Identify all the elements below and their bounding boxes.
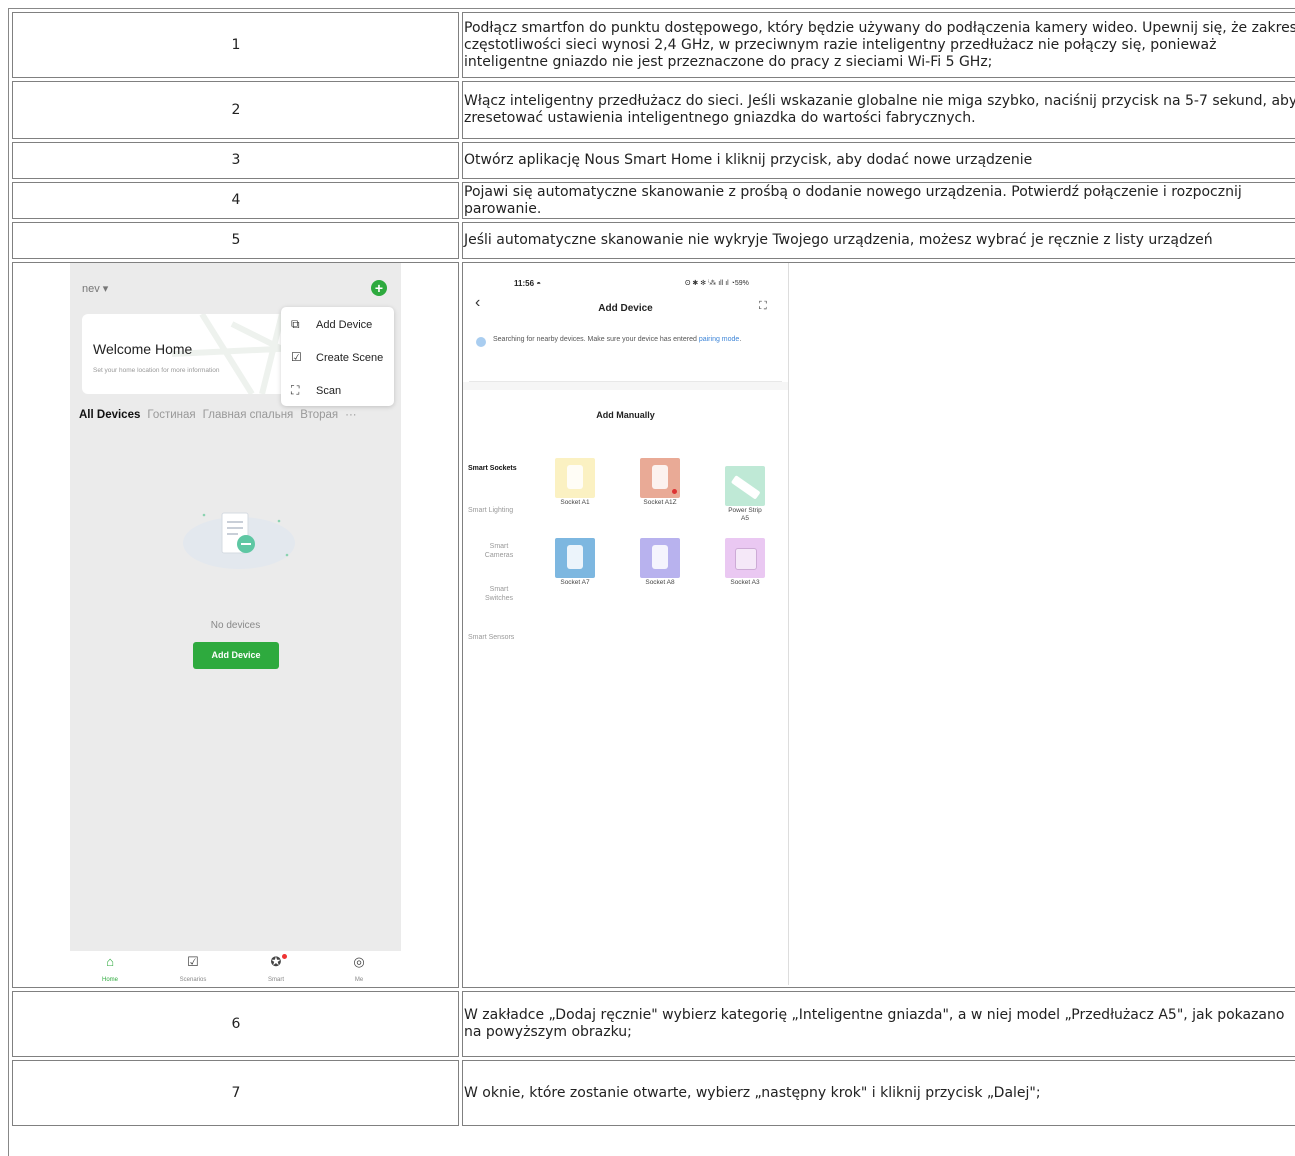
status-icons: ʘ ✱ ✻ ⁱ⁂ ıll ıl ◔59%: [685, 280, 749, 287]
section-gap: [463, 382, 788, 390]
tab-all-devices[interactable]: All Devices: [79, 409, 140, 421]
right-screenshot-cell: 11:56 ◓ ʘ ✱ ✻ ⁱ⁂ ıll ıl ◔59% ‹ Add Devic…: [462, 262, 1295, 988]
room-tabs: All Devices Гостиная Главная спальня Вторая…: [79, 407, 399, 424]
nav-me[interactable]: ◎ Me: [329, 955, 389, 987]
step-row-3: 3 Otwórz aplikację Nous Smart Home i kli…: [12, 142, 1295, 179]
menu-item-create-scene[interactable]: ☑ Create Scene: [291, 348, 383, 366]
nav-scenarios[interactable]: ☑ Scenarios: [163, 955, 223, 987]
step-text: Włącz inteligentny przedłużacz do sieci.…: [462, 81, 1295, 139]
add-device-icon: ⧉: [291, 317, 300, 331]
device-power-strip-a5[interactable]: Power Strip A5: [717, 458, 773, 523]
menu-item-label: Scan: [316, 385, 342, 397]
tab-room[interactable]: Вторая: [300, 409, 338, 421]
category-smart-sensors[interactable]: Smart Sensors: [468, 633, 530, 642]
menu-item-add-device[interactable]: ⧉ Add Device: [291, 315, 372, 333]
device-socket-a1z[interactable]: Socket A1Z: [632, 458, 688, 507]
device-label: Socket A7: [560, 579, 590, 586]
device-label: Socket A3: [730, 579, 760, 586]
screen-title: Add Device: [598, 303, 653, 314]
step-number: 4: [12, 182, 459, 219]
device-label: Socket A1: [560, 499, 590, 506]
menu-item-scan[interactable]: ⛶ Scan: [291, 381, 341, 399]
tab-room[interactable]: Гостиная: [147, 409, 195, 421]
step-text: W zakładce „Dodaj ręcznie" wybierz kateg…: [462, 991, 1295, 1057]
step-number: 1: [12, 12, 459, 78]
socket-icon: [555, 538, 595, 578]
pairing-mode-link[interactable]: pairing mode: [699, 336, 739, 343]
tab-room[interactable]: Главная спальня: [203, 409, 294, 421]
bottom-navigation: ⌂ Home ☑ Scenarios ✪ Smart ◎ Me: [70, 951, 401, 987]
nav-label: Me: [354, 977, 364, 983]
page-frame: 1 Podłącz smartfon do punktu dostępowego…: [8, 8, 1295, 1156]
step-number: 7: [12, 1060, 459, 1126]
smart-icon: ✪: [270, 954, 282, 969]
category-smart-switches[interactable]: Smart Switches: [468, 585, 530, 603]
nav-label: Scenarios: [179, 977, 207, 983]
menu-item-label: Create Scene: [316, 352, 384, 364]
step-row-6: 6 W zakładce „Dodaj ręcznie" wybierz kat…: [12, 991, 1295, 1057]
nav-label: Smart: [267, 977, 284, 983]
step-number: 3: [12, 142, 459, 179]
step-text: Pojawi się automatyczne skanowanie z pro…: [462, 182, 1295, 219]
device-socket-a3[interactable]: Socket A3: [717, 538, 773, 587]
device-socket-a8[interactable]: Socket A8: [632, 538, 688, 587]
nav-smart[interactable]: ✪ Smart: [246, 955, 306, 987]
scenarios-icon: ☑: [187, 954, 199, 969]
searching-message: Searching for nearby devices. Make sure …: [493, 336, 742, 343]
empty-devices-illustration: [183, 512, 295, 569]
socket-icon: [640, 458, 680, 498]
home-selector[interactable]: nev ▾: [82, 281, 108, 298]
add-manually-heading: Add Manually: [596, 410, 655, 420]
more-tabs-icon[interactable]: ···: [345, 409, 357, 421]
welcome-title: Welcome Home: [93, 341, 193, 357]
step-row-2: 2 Włącz inteligentny przedłużacz do siec…: [12, 81, 1295, 139]
home-screen: nev ▾ + Welcome Home Set your home locat…: [70, 263, 401, 951]
add-popup-menu: ⧉ Add Device ☑ Create Scene ⛶ Scan: [281, 307, 394, 406]
step-number: 5: [12, 222, 459, 259]
empty-state-text: No devices: [210, 620, 261, 631]
scan-icon[interactable]: ⛶: [759, 298, 767, 315]
step-text: W oknie, które zostanie otwarte, wybierz…: [462, 1060, 1295, 1126]
device-label: Power Strip A5: [728, 507, 762, 522]
add-device-button[interactable]: Add Device: [193, 642, 279, 669]
nav-home[interactable]: ⌂ Home: [80, 955, 140, 987]
step-row-4: 4 Pojawi się automatyczne skanowanie z p…: [12, 182, 1295, 219]
device-socket-a7[interactable]: Socket A7: [547, 538, 603, 587]
category-smart-cameras[interactable]: Smart Cameras: [468, 542, 530, 560]
device-label: Socket A1Z: [643, 499, 677, 506]
socket-icon: [555, 458, 595, 498]
searching-indicator-icon: [476, 337, 486, 347]
step-row-5: 5 Jeśli automatyczne skanowanie nie wykr…: [12, 222, 1295, 259]
step-row-1: 1 Podłącz smartfon do punktu dostępowego…: [12, 12, 1295, 78]
power-strip-icon: [725, 466, 765, 506]
category-smart-sockets[interactable]: Smart Sockets: [468, 464, 530, 473]
status-time: 11:56 ◓: [514, 279, 542, 288]
create-scene-icon: ☑: [291, 350, 302, 364]
socket-icon: [725, 538, 765, 578]
add-device-screen: 11:56 ◓ ʘ ✱ ✻ ⁱ⁂ ıll ıl ◔59% ‹ Add Devic…: [463, 263, 789, 985]
left-screenshot-cell: nev ▾ + Welcome Home Set your home locat…: [12, 262, 459, 988]
step-text: Otwórz aplikację Nous Smart Home i klikn…: [462, 142, 1295, 179]
instructions-table: 1 Podłącz smartfon do punktu dostępowego…: [9, 9, 1295, 1129]
step-number: 6: [12, 991, 459, 1057]
step-text: Podłącz smartfon do punktu dostępowego, …: [462, 12, 1295, 78]
home-icon: ⌂: [106, 954, 114, 969]
scan-icon: ⛶: [291, 383, 300, 397]
step-text: Jeśli automatyczne skanowanie nie wykryj…: [462, 222, 1295, 259]
nav-label: Home: [101, 977, 118, 983]
device-label: Socket A8: [645, 579, 675, 586]
category-smart-lighting[interactable]: Smart Lighting: [468, 506, 530, 515]
notification-dot: [282, 954, 287, 959]
add-plus-button[interactable]: +: [371, 280, 387, 296]
step-row-7: 7 W oknie, które zostanie otwarte, wybie…: [12, 1060, 1295, 1126]
socket-icon: [640, 538, 680, 578]
notification-icon: ◓: [536, 279, 542, 288]
menu-item-label: Add Device: [316, 319, 373, 331]
profile-icon: ◎: [353, 954, 365, 969]
device-socket-a1[interactable]: Socket A1: [547, 458, 603, 507]
screenshots-row: nev ▾ + Welcome Home Set your home locat…: [12, 262, 1295, 988]
welcome-subtitle: Set your home location for more informat…: [93, 367, 220, 374]
step-number: 2: [12, 81, 459, 139]
